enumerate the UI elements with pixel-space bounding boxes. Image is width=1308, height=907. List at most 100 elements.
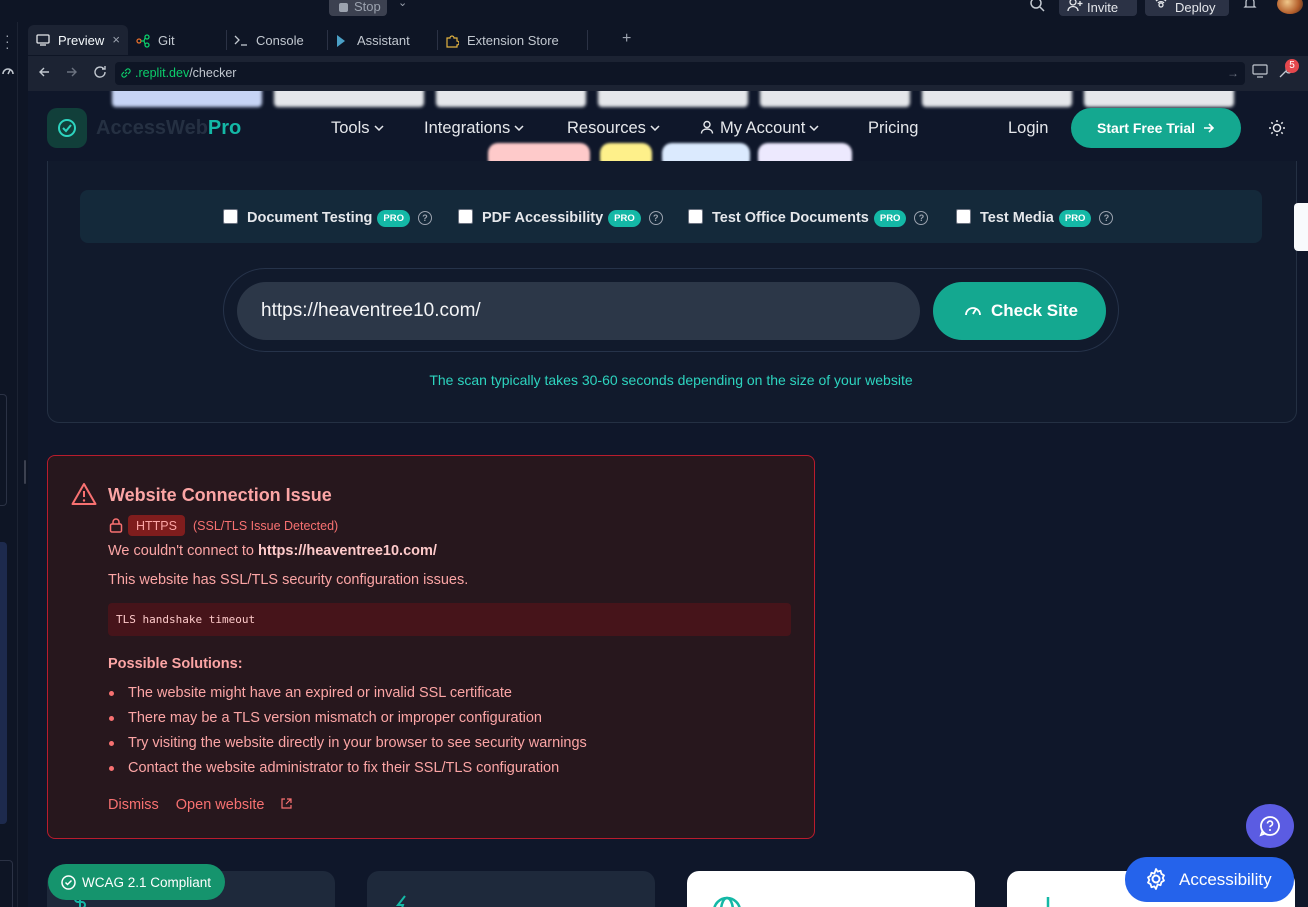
pro-badge: PRO [377,210,410,227]
nav-tools[interactable]: Tools [331,119,384,138]
brand-name[interactable]: AccessWebPro [96,117,241,140]
trial-label: Start Free Trial [1097,120,1196,136]
logo[interactable] [47,108,87,148]
website-url-input[interactable] [237,282,920,340]
terminal-icon [234,35,247,46]
add-tab-icon[interactable]: + [622,30,631,48]
tab-console[interactable]: Console [226,25,326,55]
add-user-icon [1067,0,1083,12]
deploy-button[interactable]: Deploy [1145,0,1229,16]
nav-label: My Account [720,119,806,137]
login-label: Login [1008,119,1049,137]
plus-icon [1046,897,1050,907]
globe-icon [713,896,741,907]
external-link-icon [281,798,293,809]
start-trial-button[interactable]: Start Free Trial [1071,108,1241,148]
ide-url-bar: .replit.dev/checker → 5 [28,56,1308,91]
url-domain: .replit.dev [135,66,190,80]
help-icon[interactable]: ? [418,211,432,225]
chevron-down-icon[interactable]: ⌄ [398,0,407,9]
option-label: PDF Accessibility [482,210,604,226]
bell-icon[interactable] [1243,0,1257,10]
brand-main: AccessWeb [96,117,208,139]
list-item: The website might have an expired or inv… [108,685,587,710]
error-description: This website has SSL/TLS security config… [108,572,469,588]
pro-badge: PRO [608,210,641,227]
avatar[interactable] [1277,0,1303,14]
chevron-down-icon [650,125,660,131]
chevron-down-icon [514,125,524,131]
feature-card [367,871,655,907]
checkbox[interactable] [223,209,238,224]
option-document-testing[interactable]: Document Testing PRO? [223,209,432,227]
puzzle-icon [446,35,459,48]
help-chat-icon [1259,816,1280,837]
option-test-office-documents[interactable]: Test Office Documents PRO? [688,209,929,227]
link-icon [121,68,131,78]
option-test-media[interactable]: Test Media PRO? [956,209,1114,227]
notification-badge: 5 [1285,59,1299,73]
option-label: Test Media [980,210,1054,226]
nav-pricing[interactable]: Pricing [868,119,918,138]
nav-resources[interactable]: Resources [567,119,660,138]
user-icon [700,120,714,134]
dismiss-button[interactable]: Dismiss [108,797,159,813]
tab-divider [587,30,588,50]
error-title: Website Connection Issue [108,485,332,505]
tab-label: Console [256,33,304,48]
connection-error-card: Website Connection Issue HTTPS (SSL/TLS … [47,455,815,839]
accessibility-widget-button[interactable]: Accessibility [1125,857,1294,902]
nav-label: Pricing [868,119,919,137]
theme-toggle-icon[interactable] [1268,119,1286,137]
forward-icon[interactable] [66,66,78,78]
gauge-icon [965,307,981,316]
stop-label: Stop [354,0,381,14]
url-field[interactable]: .replit.dev/checker → [115,62,1245,85]
tab-git[interactable]: Git [128,25,226,55]
tab-label: Preview [58,33,105,48]
list-item: There may be a TLS version mismatch or i… [108,710,587,735]
stop-button[interactable]: Stop [329,0,387,16]
monitor-icon [36,34,50,46]
help-icon[interactable]: ? [648,211,663,225]
rail-panel-bottom [0,860,13,907]
support-chat-button[interactable] [1246,804,1294,848]
tab-assistant[interactable]: Assistant [327,25,437,55]
wcag-compliance-badge[interactable]: WCAG 2.1 Compliant [48,864,225,900]
devtools-icon[interactable] [1252,64,1268,78]
help-icon[interactable]: ? [1099,211,1114,225]
nav-my-account[interactable]: My Account [700,119,819,138]
login-link[interactable]: Login [1008,119,1048,138]
feature-card [687,871,975,907]
check-site-button[interactable]: Check Site [933,282,1106,340]
rail-panel-active [0,542,7,824]
open-website-link[interactable]: Open website [176,797,293,813]
error-code: TLS handshake timeout [108,603,791,636]
go-icon[interactable]: → [1227,66,1239,80]
tab-preview[interactable]: Preview × [28,25,128,55]
resize-handle[interactable] [24,460,26,484]
brand-accent: Pro [207,117,242,139]
checkbox[interactable] [956,209,971,224]
stop-icon [339,3,348,12]
help-icon[interactable]: ? [914,211,929,225]
option-pdf-accessibility[interactable]: PDF Accessibility PRO? [458,209,663,227]
nav-integrations[interactable]: Integrations [424,119,524,138]
arrow-right-icon [1203,123,1215,133]
invite-button[interactable]: Invite [1059,0,1137,16]
back-icon[interactable] [38,66,50,78]
check-site-label: Check Site [991,301,1078,320]
checkbox[interactable] [458,209,473,224]
list-item: Try visiting the website directly in you… [108,735,587,760]
reload-icon[interactable] [93,65,107,79]
checkbox[interactable] [688,209,703,224]
accessibility-label: Accessibility [1179,870,1272,889]
gear-icon [1147,868,1165,890]
tab-extension-store[interactable]: Extension Store [437,25,587,55]
more-options-icon[interactable]: · · · [5,28,10,54]
tab-label: Extension Store [467,33,559,48]
gauge-icon[interactable] [1,64,15,78]
error-actions: Dismiss Open website [108,797,305,813]
close-icon[interactable]: × [112,32,120,47]
search-icon[interactable] [1029,0,1045,12]
